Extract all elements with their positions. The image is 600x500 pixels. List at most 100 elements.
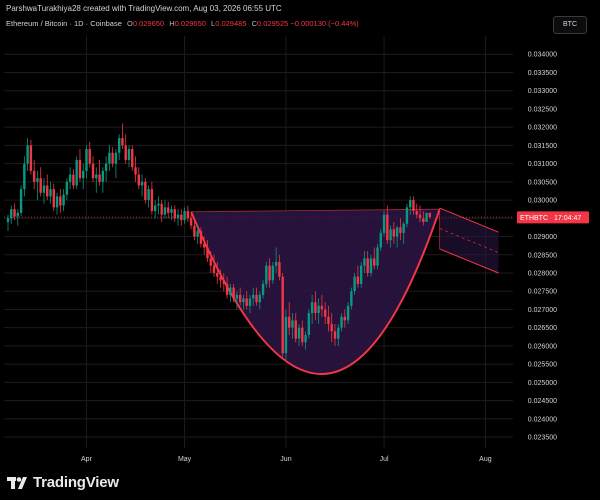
candle-body[interactable]	[98, 174, 101, 182]
price-axis[interactable]: 0.034000 0.033500 0.033000 0.032500 0.032000…	[528, 52, 557, 442]
candle-body[interactable]	[229, 287, 232, 295]
candle-body[interactable]	[222, 280, 226, 284]
candle-body[interactable]	[196, 231, 199, 237]
candle-body[interactable]	[32, 170, 36, 182]
candle-body[interactable]	[137, 174, 140, 186]
candle-body[interactable]	[203, 243, 206, 248]
candle-body[interactable]	[52, 189, 55, 208]
candle-body[interactable]	[10, 209, 13, 219]
candle-body[interactable]	[153, 205, 157, 212]
candle-body[interactable]	[131, 149, 134, 168]
candle-body[interactable]	[212, 265, 216, 273]
candle-body[interactable]	[340, 316, 343, 328]
candle-body[interactable]	[16, 212, 20, 217]
candle-body[interactable]	[373, 258, 376, 266]
candle-body[interactable]	[206, 247, 209, 259]
candle-body[interactable]	[55, 196, 59, 208]
candle-body[interactable]	[225, 283, 229, 295]
candle-body[interactable]	[301, 327, 304, 343]
candle-body[interactable]	[88, 149, 91, 164]
candle-body[interactable]	[242, 298, 245, 303]
candle-body[interactable]	[235, 294, 239, 299]
candle-body[interactable]	[284, 316, 288, 354]
candle-body[interactable]	[366, 258, 369, 273]
candle-body[interactable]	[288, 316, 291, 328]
candle-body[interactable]	[68, 174, 72, 182]
candle-body[interactable]	[422, 218, 425, 222]
candle-body[interactable]	[307, 313, 311, 335]
candle-body[interactable]	[428, 212, 432, 218]
candle-body[interactable]	[85, 149, 88, 171]
candle-body[interactable]	[415, 211, 418, 215]
candle-body[interactable]	[49, 189, 52, 197]
candle-body[interactable]	[167, 207, 170, 213]
candle-body[interactable]	[36, 178, 39, 182]
candle-body[interactable]	[157, 203, 160, 206]
candle-body[interactable]	[82, 170, 85, 179]
candle-body[interactable]	[369, 258, 373, 273]
symbol-name[interactable]: Ethereum / Bitcoin · 1D · Coinbase	[6, 19, 122, 28]
candle-body[interactable]	[278, 262, 281, 277]
candle-body[interactable]	[337, 327, 340, 339]
candle-body[interactable]	[127, 149, 131, 160]
candle-body[interactable]	[248, 298, 252, 306]
candle-body[interactable]	[402, 223, 405, 233]
candle-body[interactable]	[219, 276, 222, 281]
candle-body[interactable]	[350, 291, 353, 306]
candle-body[interactable]	[104, 163, 108, 171]
candle-body[interactable]	[46, 185, 49, 197]
currency-button[interactable]: BTC	[553, 16, 587, 34]
candle-body[interactable]	[134, 167, 137, 175]
candle-body[interactable]	[209, 258, 212, 266]
candle-body[interactable]	[310, 302, 314, 314]
candle-body[interactable]	[216, 272, 219, 277]
candle-body[interactable]	[258, 294, 261, 303]
candle-body[interactable]	[91, 163, 95, 179]
tradingview-brand[interactable]: TradingView	[7, 474, 119, 491]
candle-body[interactable]	[114, 152, 118, 164]
candle-body[interactable]	[117, 138, 121, 153]
candle-body[interactable]	[405, 207, 409, 224]
candle-body[interactable]	[320, 305, 324, 310]
candle-body[interactable]	[389, 229, 392, 241]
candle-body[interactable]	[399, 227, 402, 233]
candle-body[interactable]	[29, 145, 33, 171]
candle-body[interactable]	[359, 265, 363, 284]
candle-body[interactable]	[173, 209, 176, 219]
candle-body[interactable]	[183, 211, 186, 221]
candle-body[interactable]	[75, 159, 78, 186]
candle-body[interactable]	[111, 152, 114, 164]
candle-body[interactable]	[147, 189, 150, 201]
candle-body[interactable]	[140, 181, 144, 186]
candle-body[interactable]	[6, 218, 10, 222]
candle-body[interactable]	[252, 294, 255, 299]
candle-body[interactable]	[363, 258, 366, 266]
candle-body[interactable]	[304, 334, 307, 343]
candle-body[interactable]	[376, 247, 379, 266]
candle-body[interactable]	[268, 265, 271, 281]
candle-body[interactable]	[150, 189, 154, 212]
candle-body[interactable]	[180, 214, 183, 221]
candle-body[interactable]	[13, 209, 16, 217]
candle-body[interactable]	[163, 207, 167, 215]
candle-body[interactable]	[160, 203, 163, 215]
candle-body[interactable]	[255, 294, 258, 303]
candle-body[interactable]	[186, 211, 190, 219]
candle-body[interactable]	[124, 145, 127, 160]
candle-body[interactable]	[323, 309, 327, 317]
candle-body[interactable]	[271, 265, 275, 281]
candle-body[interactable]	[386, 214, 389, 241]
candle-body[interactable]	[62, 194, 65, 206]
candle-body[interactable]	[294, 320, 297, 339]
candle-body[interactable]	[232, 287, 235, 299]
candle-body[interactable]	[379, 232, 382, 248]
candle-body[interactable]	[297, 327, 301, 339]
candle-body[interactable]	[245, 298, 248, 306]
candle-body[interactable]	[238, 294, 242, 303]
candle-body[interactable]	[144, 181, 147, 201]
candle-body[interactable]	[418, 214, 422, 219]
price-chart[interactable]: 0.034000 0.033500 0.033000 0.032500 0.032000…	[0, 0, 600, 500]
candle-body[interactable]	[176, 214, 180, 219]
candle-body[interactable]	[42, 185, 46, 193]
candle-body[interactable]	[193, 225, 196, 237]
